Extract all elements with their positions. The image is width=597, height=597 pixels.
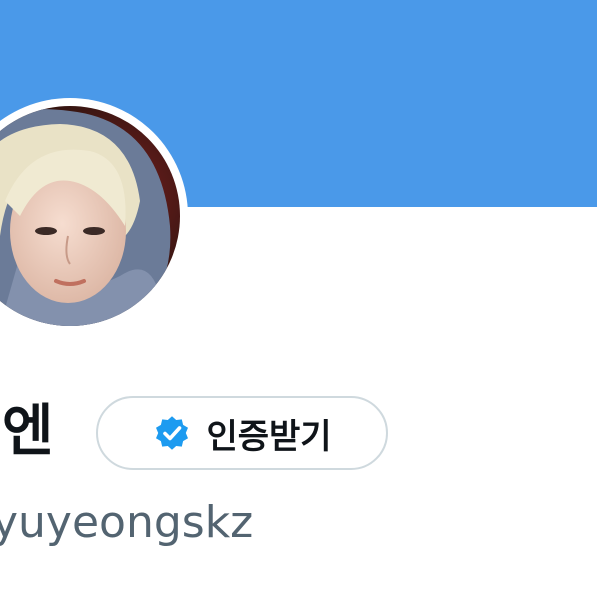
avatar-photo: [0, 106, 180, 326]
user-handle: yuyeongskz: [0, 497, 254, 548]
get-verified-button[interactable]: 인증받기: [96, 396, 388, 470]
display-name: 엔: [2, 399, 54, 464]
profile-header: 엔 인증받기 yuyeongskz: [0, 0, 597, 597]
get-verified-label: 인증받기: [206, 416, 332, 457]
verified-badge-icon: [156, 416, 189, 450]
